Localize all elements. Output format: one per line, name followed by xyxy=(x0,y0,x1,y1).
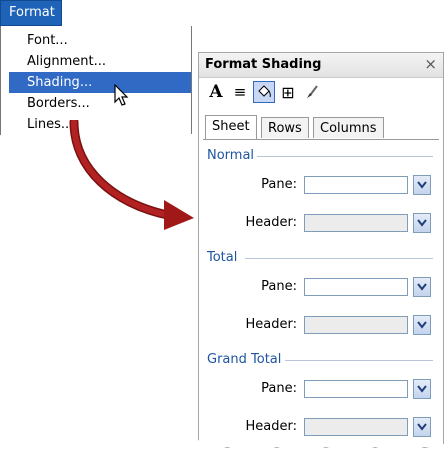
normal-header-label: Header: xyxy=(245,215,298,230)
format-menu-title[interactable]: Format xyxy=(0,0,62,26)
tab-sheet[interactable]: Sheet xyxy=(205,115,257,139)
normal-header-color[interactable] xyxy=(304,214,408,232)
chevron-down-icon[interactable] xyxy=(413,277,431,297)
pointer-arrow-icon xyxy=(69,120,194,230)
menu-item-shading[interactable]: Shading... xyxy=(9,72,191,93)
align-icon[interactable]: ≡ xyxy=(229,81,251,103)
group-normal-label: Normal xyxy=(207,148,255,163)
group-grand-total-label: Grand Total xyxy=(207,352,282,367)
normal-pane-color[interactable] xyxy=(304,176,408,194)
tab-columns[interactable]: Columns xyxy=(313,117,384,138)
menu-item-alignment[interactable]: Alignment... xyxy=(9,51,191,72)
chevron-down-icon[interactable] xyxy=(413,213,431,233)
group-divider xyxy=(285,360,433,361)
chevron-down-icon[interactable] xyxy=(413,315,431,335)
grand-total-pane-color[interactable] xyxy=(304,380,408,398)
chevron-down-icon[interactable] xyxy=(413,175,431,195)
grand-total-header-label: Header: xyxy=(245,419,298,434)
brush-icon[interactable] xyxy=(301,81,323,103)
close-icon[interactable]: × xyxy=(424,55,437,73)
total-pane-color[interactable] xyxy=(304,278,408,296)
total-header-color[interactable] xyxy=(304,316,408,334)
panel-titlebar[interactable]: Format Shading × xyxy=(199,53,443,78)
total-header-label: Header: xyxy=(245,317,298,332)
font-icon[interactable]: A xyxy=(205,81,227,103)
menu-item-borders[interactable]: Borders... xyxy=(9,93,191,114)
format-shading-panel: Format Shading × A ≡ ⊞ Sheet Rows Column… xyxy=(198,52,444,448)
group-divider xyxy=(257,156,433,157)
group-total-label: Total xyxy=(207,250,238,265)
group-divider xyxy=(245,258,433,259)
grand-total-pane-label: Pane: xyxy=(261,381,297,396)
chevron-down-icon[interactable] xyxy=(413,417,431,437)
format-menu-label: Format xyxy=(9,5,55,20)
grand-total-header-color[interactable] xyxy=(304,418,408,436)
total-pane-label: Pane: xyxy=(261,279,297,294)
panel-toolbar: A ≡ ⊞ xyxy=(205,81,435,105)
menu-item-font[interactable]: Font... xyxy=(9,30,191,51)
paint-bucket-icon[interactable] xyxy=(253,81,275,103)
normal-pane-label: Pane: xyxy=(261,177,297,192)
tab-rows[interactable]: Rows xyxy=(261,117,309,138)
chevron-down-icon[interactable] xyxy=(413,379,431,399)
panel-title: Format Shading xyxy=(205,57,322,72)
borders-icon[interactable]: ⊞ xyxy=(277,81,299,103)
tab-strip: Sheet Rows Columns xyxy=(203,115,439,140)
mouse-cursor-icon xyxy=(114,84,129,106)
